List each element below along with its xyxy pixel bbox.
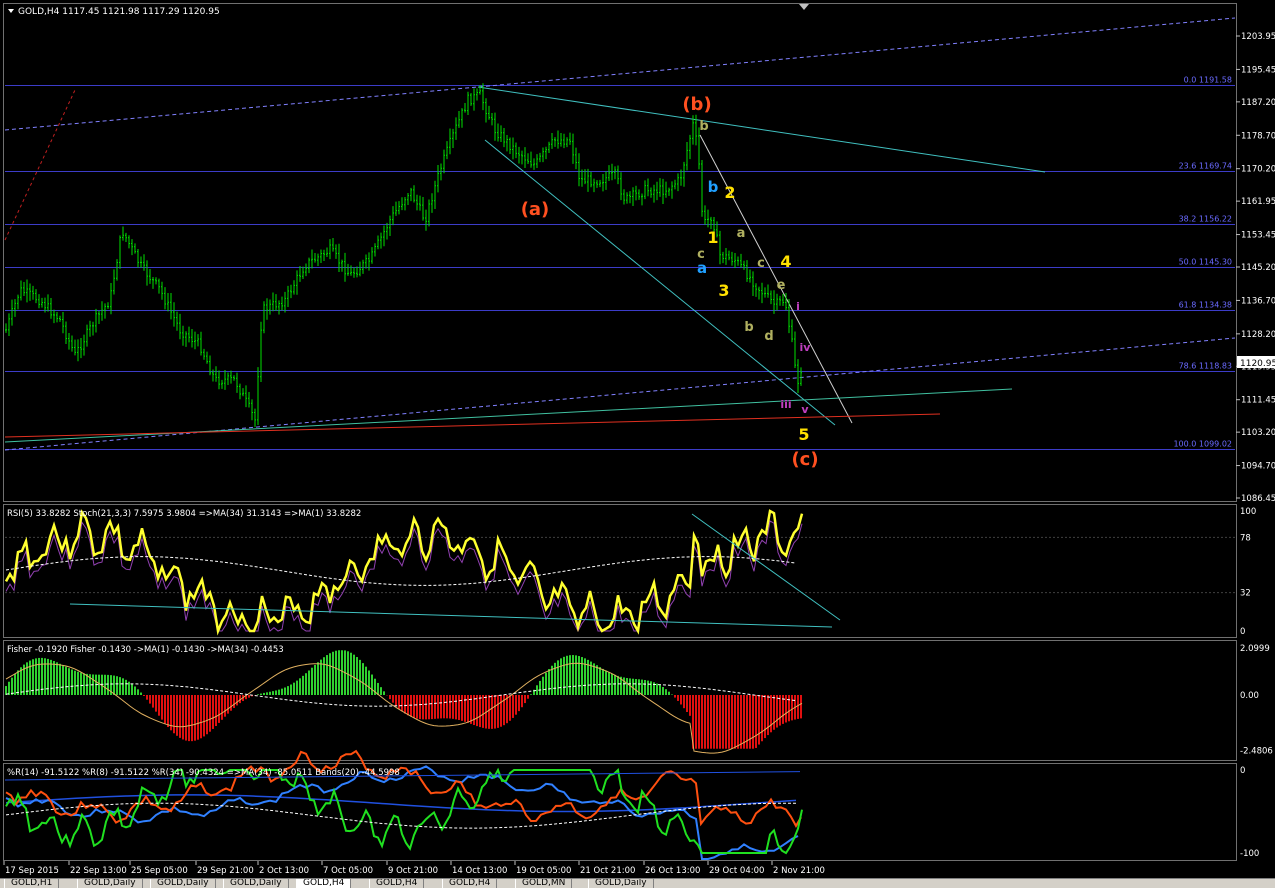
time-tick-label: 7 Oct 05:00 — [323, 866, 373, 876]
time-tick-label: 21 Oct 21:00 — [580, 866, 635, 876]
price-tick-label: 1086.45 — [1241, 494, 1275, 504]
wave-label: (b) — [682, 94, 711, 115]
fib-level-label: 78.6 1118.83 — [1179, 362, 1232, 371]
time-tick-label: 14 Oct 13:00 — [452, 866, 507, 876]
time-tick-label: 2 Oct 13:00 — [259, 866, 309, 876]
time-tick-label: 29 Sep 21:00 — [197, 866, 254, 876]
time-tick-label: 2 Nov 21:00 — [773, 866, 825, 876]
price-tick-label: 1103.20 — [1241, 428, 1275, 438]
fib-level-label: 50.0 1145.30 — [1179, 258, 1232, 267]
price-tick-label: 1145.20 — [1241, 263, 1275, 273]
wave-label: d — [764, 329, 773, 344]
price-tick-label: 1153.45 — [1241, 231, 1275, 241]
fib-level-label: 0.0 1191.58 — [1184, 76, 1232, 85]
rsi-axis-label: 32 — [1240, 589, 1251, 599]
time-tick-label: 9 Oct 21:00 — [388, 866, 438, 876]
wave-label: iv — [800, 341, 812, 354]
price-tick-label: 1111.45 — [1241, 396, 1275, 406]
time-tick-label: 17 Sep 2015 — [5, 866, 59, 876]
fib-level-label: 100.0 1099.02 — [1173, 440, 1232, 449]
time-tick-label: 29 Oct 04:00 — [709, 866, 764, 876]
price-axis[interactable]: 1203.95 1195.45 1187.20 1178.70 1170.20 1161.… — [1236, 32, 1275, 504]
time-tick-label: 25 Sep 05:00 — [131, 866, 188, 876]
wpr-axis-label: -100 — [1240, 849, 1259, 859]
main-price-pane[interactable] — [3, 3, 1237, 502]
fib-level-label: 61.8 1134.38 — [1179, 301, 1232, 310]
time-tick-label: 26 Oct 13:00 — [645, 866, 700, 876]
wave-label: b — [699, 119, 708, 134]
price-tick-label: 1161.95 — [1241, 197, 1275, 207]
rsi-axis-label: 100 — [1240, 507, 1256, 517]
fisher-axis-label: 0.00 — [1240, 691, 1259, 701]
wave-label: iii — [780, 398, 791, 411]
price-tick-label: 1136.70 — [1241, 296, 1275, 306]
wave-label: 1 — [707, 228, 718, 247]
wave-label: 5 — [798, 425, 809, 444]
wave-label: v — [801, 403, 809, 416]
fib-level-label: 23.6 1169.74 — [1179, 162, 1232, 171]
price-tick-label: 1203.95 — [1241, 32, 1275, 42]
chart-title: GOLD,H4 1117.45 1121.98 1117.29 1120.95 — [18, 7, 220, 17]
time-axis[interactable]: 17 Sep 2015 22 Sep 13:00 25 Sep 05:00 29 Se… — [3, 861, 825, 876]
fisher-title: Fisher -0.1920 Fisher -0.1430 ->MA(1) -0… — [7, 645, 284, 655]
chart-window[interactable]: 0.0 1191.58 23.6 1169.74 38.2 1156.22 50.0 … — [0, 0, 1275, 887]
fisher-axis-label: -2.4806 — [1240, 747, 1273, 757]
rsi-axis-label: 0 — [1240, 627, 1245, 637]
price-tick-label: 1195.45 — [1241, 65, 1275, 75]
williams-r-title: %R(14) -91.5122 %R(8) -91.5122 %R(34) -9… — [7, 768, 400, 778]
wave-label: 2 — [724, 183, 735, 202]
price-tick-label: 1178.70 — [1241, 131, 1275, 141]
wave-label: (c) — [791, 449, 818, 470]
wave-label: a — [737, 226, 746, 241]
wave-label: (a) — [521, 199, 550, 220]
price-tick-label: 1094.70 — [1241, 462, 1275, 472]
wpr-axis-label: 0 — [1240, 766, 1245, 776]
wave-label: i — [796, 300, 800, 313]
rsi-title: RSI(5) 33.8282 Stoch(21,3,3) 7.5975 3.98… — [7, 509, 361, 519]
price-tick-label: 1170.20 — [1241, 165, 1275, 175]
wave-label: c — [757, 256, 765, 271]
wave-label: 3 — [718, 281, 729, 300]
rsi-axis-label: 78 — [1240, 533, 1251, 543]
williams-r-axis: 0 -100 — [1240, 766, 1259, 859]
time-tick-label: 22 Sep 13:00 — [70, 866, 127, 876]
rsi-axis: 100 78 32 0 — [1240, 507, 1256, 637]
price-tick-label: 1187.20 — [1241, 98, 1275, 108]
fisher-axis: 2.0999 0.00 -2.4806 — [1240, 644, 1273, 757]
wave-label: b — [708, 178, 719, 196]
wave-label: 4 — [780, 252, 791, 271]
wave-label: a — [697, 259, 707, 277]
wave-label: e — [777, 278, 786, 293]
price-tick-label: 1128.20 — [1241, 330, 1275, 340]
current-price-label: 1120.95 — [1240, 359, 1275, 369]
rsi-pane[interactable] — [3, 504, 1237, 638]
fib-level-label: 38.2 1156.22 — [1179, 215, 1232, 224]
time-tick-label: 19 Oct 05:00 — [516, 866, 571, 876]
fisher-axis-label: 2.0999 — [1240, 644, 1270, 654]
wave-label: b — [744, 320, 753, 335]
